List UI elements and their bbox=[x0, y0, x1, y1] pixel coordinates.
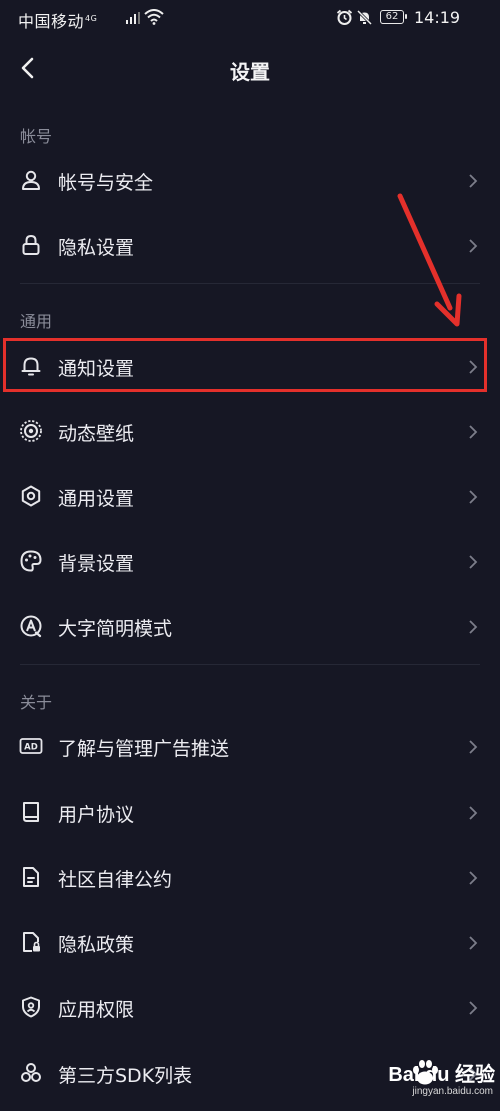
ad-icon: AD bbox=[19, 738, 43, 754]
font-size-icon bbox=[20, 615, 42, 638]
battery-indicator: 62 bbox=[380, 10, 407, 24]
settings-item-label: 背景设置 bbox=[58, 553, 135, 575]
lock-icon bbox=[22, 234, 40, 255]
chevron-right-icon bbox=[469, 490, 478, 504]
shield-icon bbox=[22, 996, 40, 1018]
section-header-general: 通用 bbox=[20, 312, 53, 331]
chevron-right-icon bbox=[469, 871, 478, 885]
chevron-right-icon bbox=[469, 620, 478, 634]
settings-item-community-convention[interactable]: 社区自律公约 bbox=[0, 848, 500, 908]
settings-item-label: 隐私政策 bbox=[58, 934, 135, 956]
watermark-brand: Bai du 经验 bbox=[388, 1064, 495, 1086]
book-icon bbox=[23, 802, 39, 822]
settings-item-label: 了解与管理广告推送 bbox=[58, 738, 230, 760]
sdk-icon bbox=[21, 1063, 41, 1082]
chevron-right-icon bbox=[469, 1001, 478, 1015]
wifi-icon bbox=[144, 9, 164, 25]
settings-item-ad-management[interactable]: AD 了解与管理广告推送 bbox=[0, 717, 500, 777]
user-icon bbox=[22, 170, 40, 190]
settings-item-label: 通用设置 bbox=[58, 488, 135, 510]
settings-item-label: 第三方SDK列表 bbox=[58, 1065, 193, 1087]
section-divider bbox=[20, 664, 480, 665]
highlight-box bbox=[3, 338, 487, 392]
settings-item-label: 应用权限 bbox=[58, 999, 135, 1021]
settings-item-background-settings[interactable]: 背景设置 bbox=[0, 532, 500, 592]
network-type: 4G bbox=[85, 13, 98, 23]
settings-item-app-permissions[interactable]: 应用权限 bbox=[0, 978, 500, 1038]
settings-item-label: 隐私设置 bbox=[58, 237, 135, 259]
settings-item-label: 大字简明模式 bbox=[58, 618, 173, 640]
section-header-account: 帐号 bbox=[20, 127, 53, 146]
settings-item-privacy-policy[interactable]: 隐私政策 bbox=[0, 913, 500, 973]
svg-text:AD: AD bbox=[24, 743, 38, 753]
arrow-icon bbox=[397, 193, 462, 327]
mute-bell-icon bbox=[356, 9, 373, 26]
settings-item-label: 帐号与安全 bbox=[58, 172, 154, 194]
nav-bar: 设置 bbox=[0, 40, 500, 96]
privacy-doc-icon bbox=[23, 932, 40, 952]
chevron-right-icon bbox=[469, 740, 478, 754]
status-bar: 中国移动4G 62 14:19 bbox=[0, 0, 500, 36]
gear-icon bbox=[21, 485, 41, 507]
document-icon bbox=[23, 867, 39, 887]
page-title: 设置 bbox=[230, 60, 270, 84]
chevron-right-icon bbox=[469, 806, 478, 820]
chevron-right-icon bbox=[469, 425, 478, 439]
palette-icon bbox=[20, 550, 42, 572]
settings-item-label: 社区自律公约 bbox=[58, 869, 173, 891]
signal-icon bbox=[126, 12, 140, 24]
section-header-about: 关于 bbox=[20, 693, 53, 712]
watermark-url: jingyan.baidu.com bbox=[412, 1086, 493, 1097]
settings-item-live-wallpaper[interactable]: 动态壁纸 bbox=[0, 402, 500, 462]
settings-item-user-agreement[interactable]: 用户协议 bbox=[0, 783, 500, 843]
settings-item-label: 动态壁纸 bbox=[58, 423, 135, 445]
carrier-name: 中国移动4G bbox=[18, 12, 98, 31]
clock: 14:19 bbox=[414, 8, 461, 27]
chevron-right-icon bbox=[469, 936, 478, 950]
watermark: Bai du 经验 jingyan.baidu.com bbox=[380, 1056, 495, 1106]
settings-item-general-settings[interactable]: 通用设置 bbox=[0, 467, 500, 527]
live-wallpaper-icon bbox=[20, 420, 42, 442]
alarm-icon bbox=[336, 9, 353, 25]
settings-item-label: 用户协议 bbox=[58, 804, 135, 826]
settings-item-large-font-mode[interactable]: 大字简明模式 bbox=[0, 597, 500, 657]
chevron-right-icon bbox=[469, 555, 478, 569]
